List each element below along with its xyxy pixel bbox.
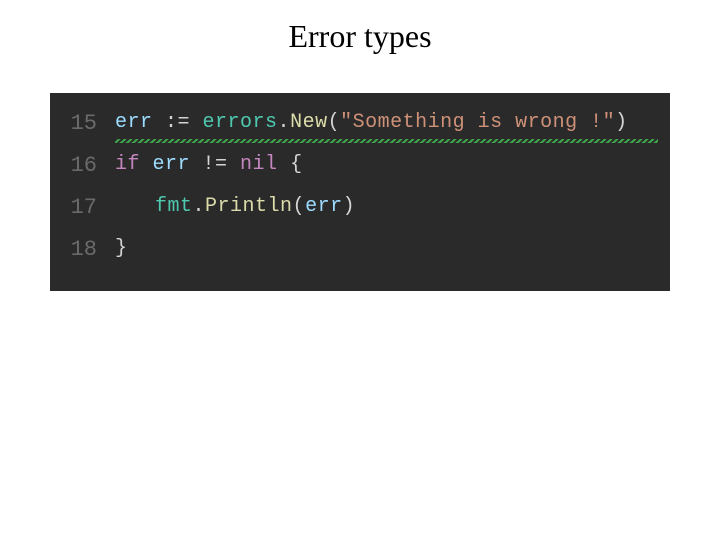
code-line-16: 16 if err != nil { <box>50 145 670 187</box>
token-package: errors <box>203 111 278 134</box>
token-keyword: if <box>115 153 153 176</box>
token-dot: . <box>193 195 206 218</box>
token-variable: err <box>153 153 191 176</box>
token-brace: } <box>115 237 128 260</box>
token-paren: ( <box>293 195 306 218</box>
code-line-17: 17 fmt.Println(err) <box>50 187 670 229</box>
code-line-18: 18 } <box>50 229 670 271</box>
slide: Error types 15 err := errors.New("Someth… <box>0 0 720 540</box>
code-line-15: 15 err := errors.New("Something is wrong… <box>50 103 670 145</box>
line-number: 17 <box>50 197 115 219</box>
token-package: fmt <box>155 195 193 218</box>
code-content: err := errors.New("Something is wrong !"… <box>115 113 628 133</box>
token-variable: err <box>115 111 153 134</box>
code-editor: 15 err := errors.New("Something is wrong… <box>50 93 670 291</box>
token-paren: ) <box>615 111 628 134</box>
line-number: 18 <box>50 239 115 261</box>
code-content: if err != nil { <box>115 155 303 175</box>
token-paren: ( <box>328 111 341 134</box>
lint-squiggle <box>115 139 658 143</box>
token-function: Println <box>205 195 293 218</box>
line-number: 15 <box>50 113 115 135</box>
token-brace: { <box>278 153 303 176</box>
token-variable: err <box>305 195 343 218</box>
token-function: New <box>290 111 328 134</box>
code-content: fmt.Println(err) <box>115 197 355 217</box>
token-nil: nil <box>240 153 278 176</box>
code-content: } <box>115 239 128 259</box>
token-string: "Something is wrong !" <box>340 111 615 134</box>
line-number: 16 <box>50 155 115 177</box>
token-paren: ) <box>343 195 356 218</box>
token-operator: := <box>153 111 203 134</box>
slide-title: Error types <box>0 0 720 63</box>
token-operator: != <box>190 153 240 176</box>
token-dot: . <box>278 111 291 134</box>
